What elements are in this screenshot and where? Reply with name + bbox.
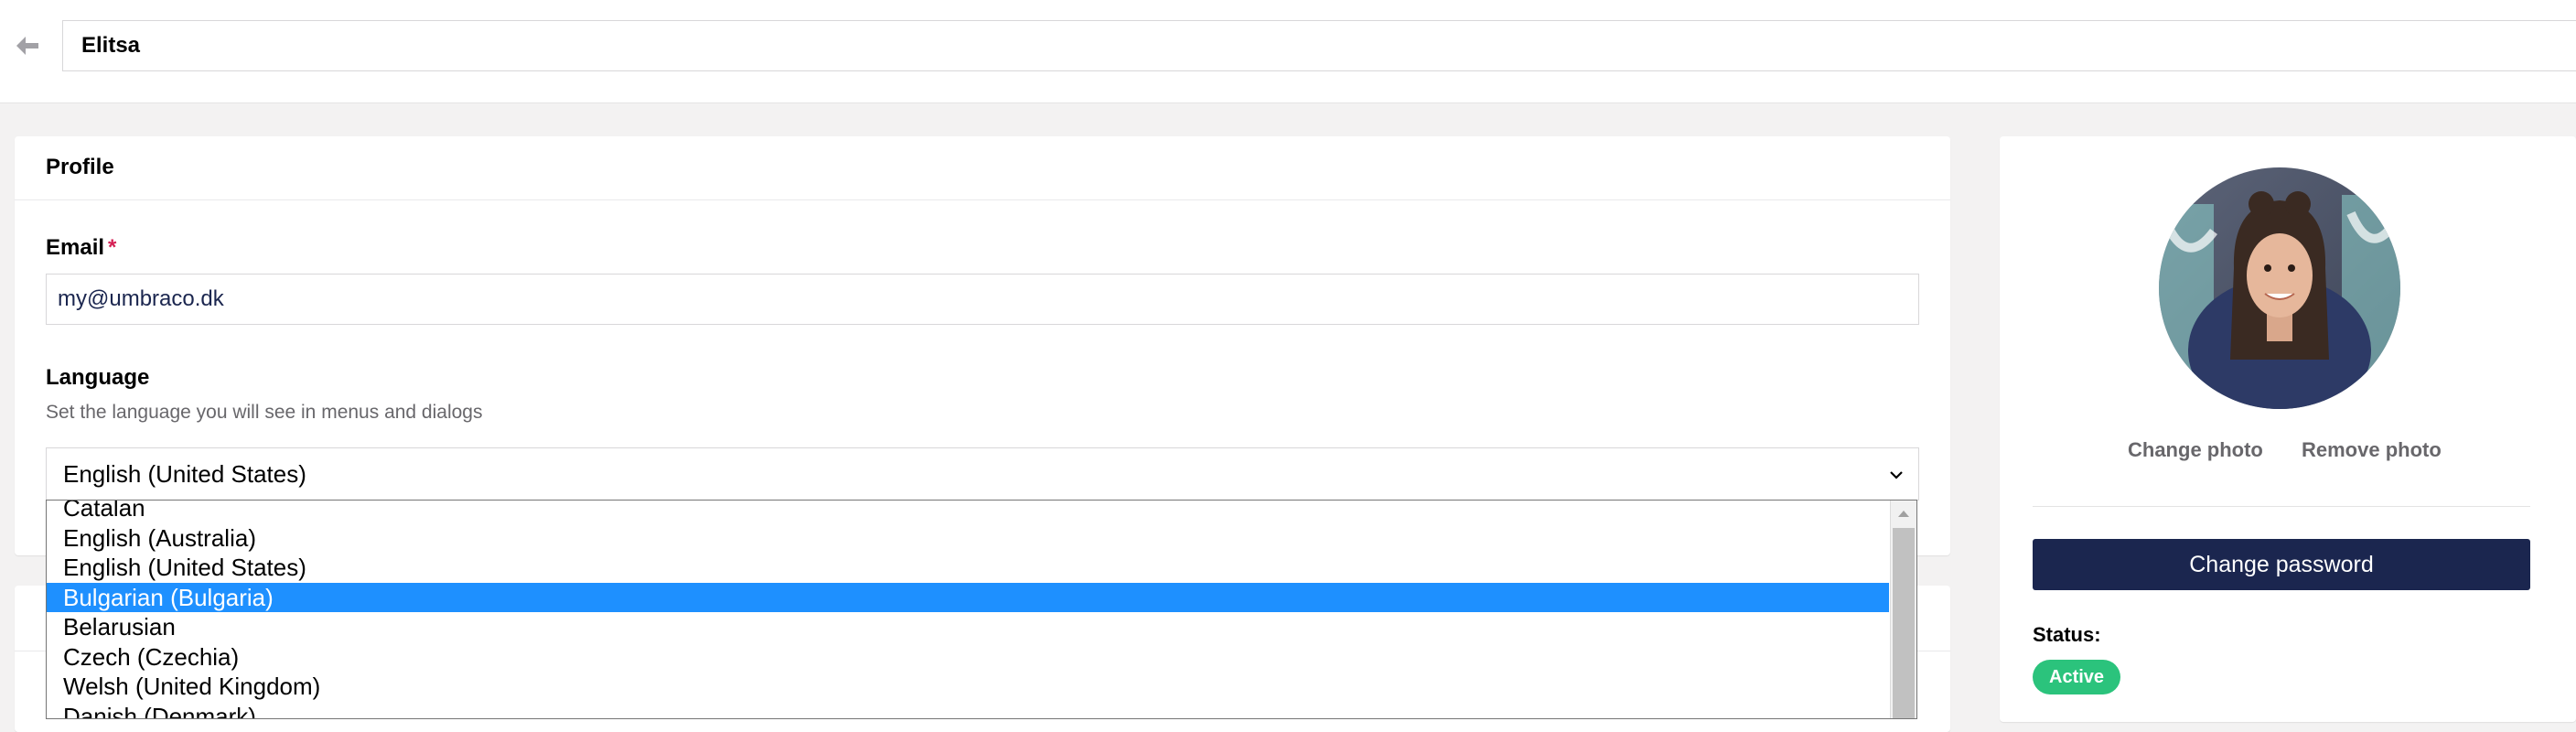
language-option[interactable]: Welsh (United Kingdom) — [47, 672, 1889, 702]
status-badge: Active — [2033, 660, 2121, 694]
email-label-text: Email — [46, 235, 105, 260]
remove-photo-link[interactable]: Remove photo — [2302, 438, 2442, 462]
scroll-up-arrow-icon[interactable] — [1891, 501, 1916, 526]
status-label: Status: — [2033, 623, 2101, 646]
avatar-card: Change photo Remove photo Change passwor… — [2000, 136, 2576, 722]
profile-title: Profile — [15, 136, 1950, 200]
language-option[interactable]: Danish (Denmark) — [47, 702, 1889, 719]
language-option-highlighted[interactable]: Bulgarian (Bulgaria) — [47, 582, 1889, 612]
arrow-left-icon — [16, 37, 38, 55]
required-marker: * — [108, 235, 117, 260]
scrollbar-thumb[interactable] — [1893, 528, 1915, 718]
change-password-button[interactable]: Change password — [2033, 539, 2530, 590]
language-selected-value: English (United States) — [63, 459, 306, 488]
language-description: Set the language you will see in menus a… — [46, 402, 483, 423]
language-label: Language — [46, 365, 150, 390]
divider — [2033, 506, 2530, 507]
language-option[interactable]: English (Australia) — [47, 523, 1889, 554]
language-option[interactable]: English (United States) — [47, 553, 1889, 583]
language-dropdown-list[interactable]: Catalan English (Australia) English (Uni… — [46, 500, 1917, 719]
name-input[interactable]: Elitsa — [62, 20, 2576, 71]
chevron-down-icon — [1890, 471, 1903, 479]
dropdown-scrollbar[interactable] — [1890, 501, 1916, 718]
top-bar: Elitsa — [0, 0, 2576, 103]
avatar — [2159, 167, 2400, 409]
language-select[interactable]: English (United States) — [46, 447, 1919, 501]
change-photo-link[interactable]: Change photo — [2128, 438, 2263, 462]
back-button[interactable] — [11, 29, 44, 62]
profile-card: Profile Email * my@umbraco.dk Language Se… — [15, 136, 1950, 555]
language-option[interactable]: Belarusian — [47, 612, 1889, 642]
language-option[interactable]: Czech (Czechia) — [47, 642, 1889, 673]
language-option[interactable]: Catalan — [47, 501, 1889, 523]
language-options: Catalan English (Australia) English (Uni… — [47, 501, 1889, 719]
email-field[interactable]: my@umbraco.dk — [46, 274, 1919, 325]
email-label: Email * — [46, 235, 116, 261]
